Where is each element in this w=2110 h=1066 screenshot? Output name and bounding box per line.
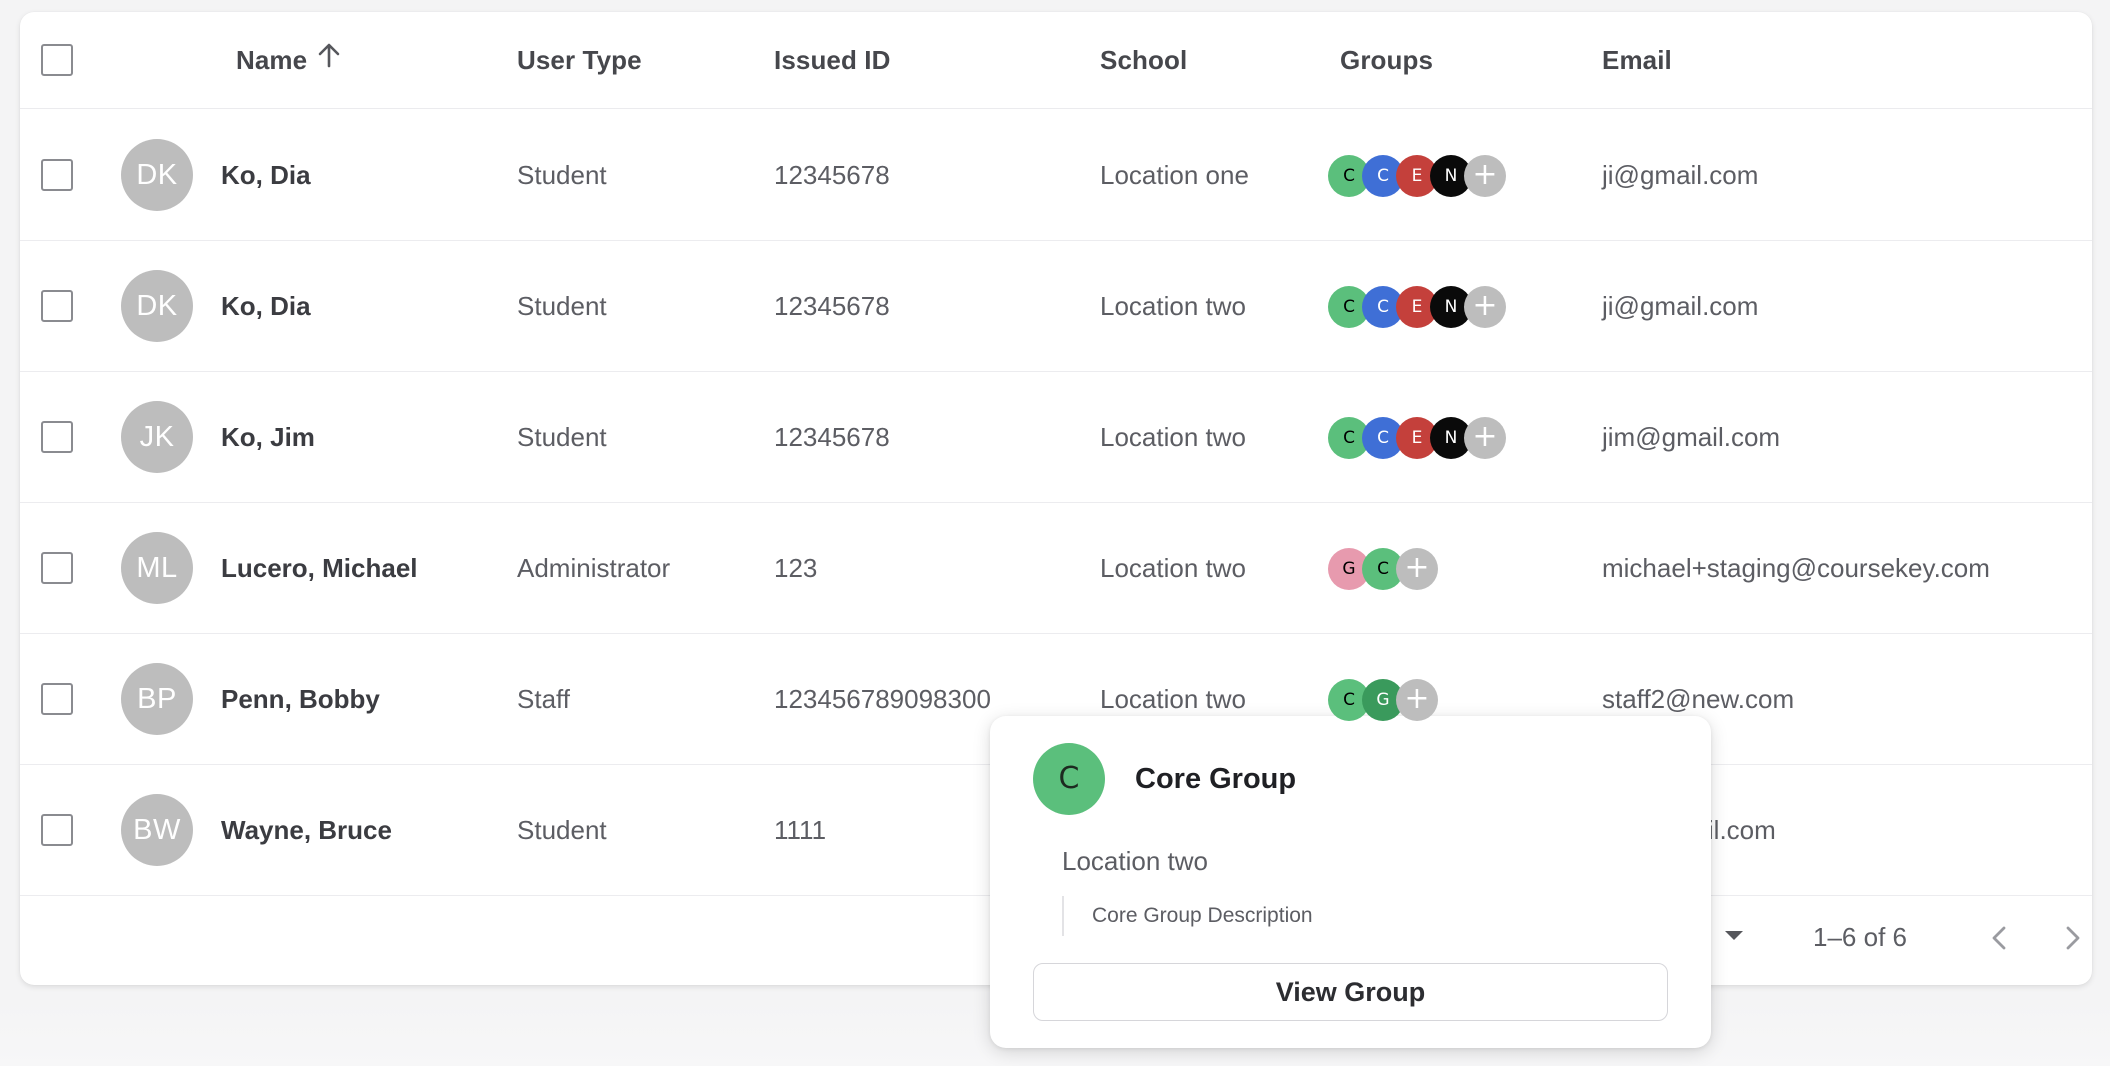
avatar: BW [121, 794, 193, 866]
avatar: DK [121, 139, 193, 211]
user-type: Staff [517, 684, 571, 714]
user-name: Ko, Dia [221, 160, 311, 190]
issued-id: 12345678 [774, 422, 890, 452]
user-name: Lucero, Michael [221, 553, 418, 583]
issued-id: 12345678 [774, 160, 890, 190]
avatar: JK [121, 401, 193, 473]
avatar: ML [121, 532, 193, 604]
issued-id: 123 [774, 553, 818, 583]
user-name: Wayne, Bruce [221, 815, 392, 845]
select-all-checkbox[interactable] [41, 44, 73, 76]
school-name: Location two [1100, 553, 1246, 583]
group-avatar: C [1033, 743, 1105, 815]
table-row[interactable]: ML Lucero, Michael Administrator 123 Locatio… [20, 503, 2092, 634]
table-row[interactable]: DK Ko, Dia Student 12345678 Location one ji@g… [20, 110, 2092, 241]
group-chips: C C E N + [1328, 417, 1548, 459]
group-chips: C C E N + [1328, 286, 1548, 328]
table-row[interactable]: JK Ko, Jim Student 12345678 Location two jim@… [20, 372, 2092, 503]
avatar: DK [121, 270, 193, 342]
school-name: Location two [1100, 291, 1246, 321]
row-checkbox[interactable] [41, 814, 73, 846]
user-type: Student [517, 291, 607, 321]
column-header-issued-id[interactable]: Issued ID [774, 12, 891, 109]
table-row[interactable]: DK Ko, Dia Student 12345678 Location two ji@g… [20, 241, 2092, 372]
caret-down-icon[interactable] [1723, 929, 1745, 948]
chevron-right-icon[interactable] [2054, 920, 2090, 956]
user-type: Student [517, 422, 607, 452]
row-checkbox[interactable] [41, 552, 73, 584]
group-popover: C Core Group Location two Core Group Des… [990, 716, 1711, 1048]
user-email[interactable]: ji@gmail.com [1602, 241, 1758, 372]
column-header-name-label: Name [236, 45, 308, 75]
user-email[interactable]: jim@gmail.com [1602, 372, 1780, 503]
group-description: Core Group Description [1092, 904, 1313, 927]
group-chips: C C E N + [1328, 155, 1548, 197]
issued-id: 12345678 [774, 291, 890, 321]
chevron-left-icon[interactable] [1982, 920, 2018, 956]
column-header-email[interactable]: Email [1602, 12, 1672, 109]
issued-id: 123456789098300 [774, 684, 991, 714]
more-groups-icon[interactable]: + [1464, 155, 1506, 197]
row-checkbox[interactable] [41, 683, 73, 715]
group-title: Core Group [1135, 763, 1297, 795]
description-divider [1062, 896, 1064, 936]
row-checkbox[interactable] [41, 159, 73, 191]
user-name: Ko, Dia [221, 291, 311, 321]
user-name: Ko, Jim [221, 422, 315, 452]
group-location: Location two [1062, 846, 1208, 876]
table-header: Name User Type Issued ID School Groups E… [20, 12, 2092, 109]
group-chips: G C + [1328, 548, 1548, 590]
user-name: Penn, Bobby [221, 684, 380, 714]
row-checkbox[interactable] [41, 421, 73, 453]
group-chips: C G + [1328, 679, 1548, 721]
more-groups-icon[interactable]: + [1464, 286, 1506, 328]
pagination-range: 1–6 of 6 [1813, 922, 1907, 952]
column-header-name[interactable]: Name [236, 12, 341, 109]
avatar: BP [121, 663, 193, 735]
user-email[interactable]: michael+staging@coursekey.com [1602, 503, 1990, 634]
more-groups-icon[interactable]: + [1396, 548, 1438, 590]
school-name: Location one [1100, 160, 1249, 190]
more-groups-icon[interactable]: + [1464, 417, 1506, 459]
column-header-school[interactable]: School [1100, 12, 1187, 109]
user-email[interactable]: ji@gmail.com [1602, 110, 1758, 241]
column-header-user-type[interactable]: User Type [517, 12, 642, 109]
school-name: Location two [1100, 422, 1246, 452]
view-group-button[interactable]: View Group [1033, 963, 1668, 1021]
row-checkbox[interactable] [41, 290, 73, 322]
user-type: Student [517, 815, 607, 845]
more-groups-icon[interactable]: + [1396, 679, 1438, 721]
issued-id: 1111 [774, 815, 827, 845]
arrow-up-icon [317, 12, 341, 108]
user-type: Student [517, 160, 607, 190]
column-header-groups[interactable]: Groups [1340, 12, 1433, 109]
user-type: Administrator [517, 553, 671, 583]
